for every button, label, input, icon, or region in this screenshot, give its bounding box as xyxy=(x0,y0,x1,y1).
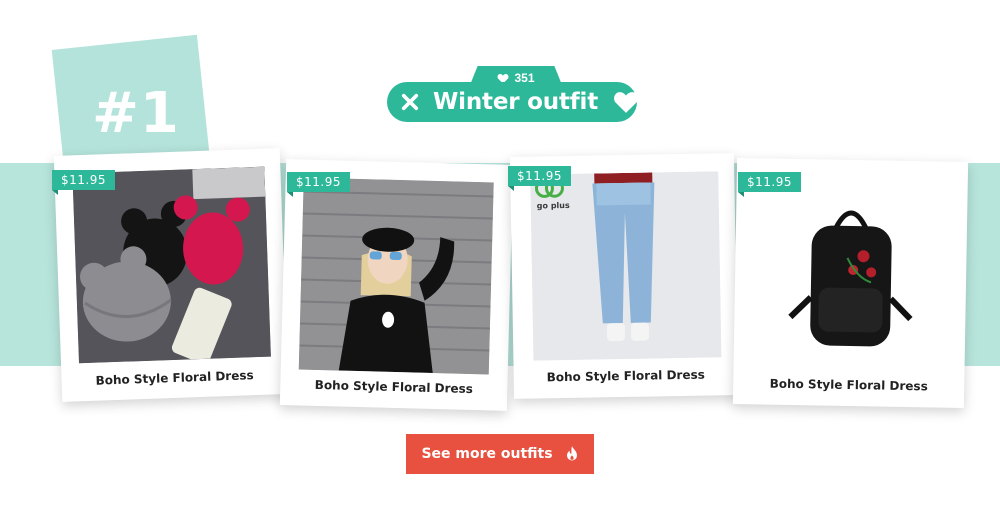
cta-label: See more outfits xyxy=(421,446,553,462)
outfit-title-bar: Winter outfit xyxy=(387,82,640,122)
dislike-button[interactable] xyxy=(401,91,419,113)
product-name[interactable]: Boho Style Floral Dress xyxy=(280,377,507,397)
close-icon xyxy=(401,93,419,111)
product-card-2[interactable]: Boho Style Floral Dress xyxy=(279,159,514,411)
outfit-title: Winter outfit xyxy=(433,89,599,115)
price-tag: $11.95 xyxy=(738,172,801,197)
rank-label: #1 xyxy=(92,81,180,146)
product-name[interactable]: Boho Style Floral Dress xyxy=(733,376,964,394)
see-more-outfits-button[interactable]: See more outfits xyxy=(406,434,594,474)
product-name[interactable]: Boho Style Floral Dress xyxy=(61,367,287,389)
product-image-beanies xyxy=(72,166,271,364)
like-button[interactable] xyxy=(612,90,640,114)
product-image-jeans: go plus xyxy=(530,171,722,361)
product-image-sweatshirt xyxy=(298,177,494,375)
product-image-backpack xyxy=(753,176,947,370)
product-card-4[interactable]: Boho Style Floral Dress xyxy=(732,158,969,408)
heart-icon xyxy=(614,92,638,113)
price-tag: $11.95 xyxy=(287,172,350,197)
flame-icon xyxy=(566,446,577,461)
go-plus-watermark: go plus xyxy=(537,201,570,211)
product-name[interactable]: Boho Style Floral Dress xyxy=(514,367,738,385)
price-tag: $11.95 xyxy=(508,166,571,191)
product-card-3[interactable]: go plus Boho Style Floral Dress xyxy=(509,153,739,399)
price-tag: $11.95 xyxy=(52,170,115,195)
